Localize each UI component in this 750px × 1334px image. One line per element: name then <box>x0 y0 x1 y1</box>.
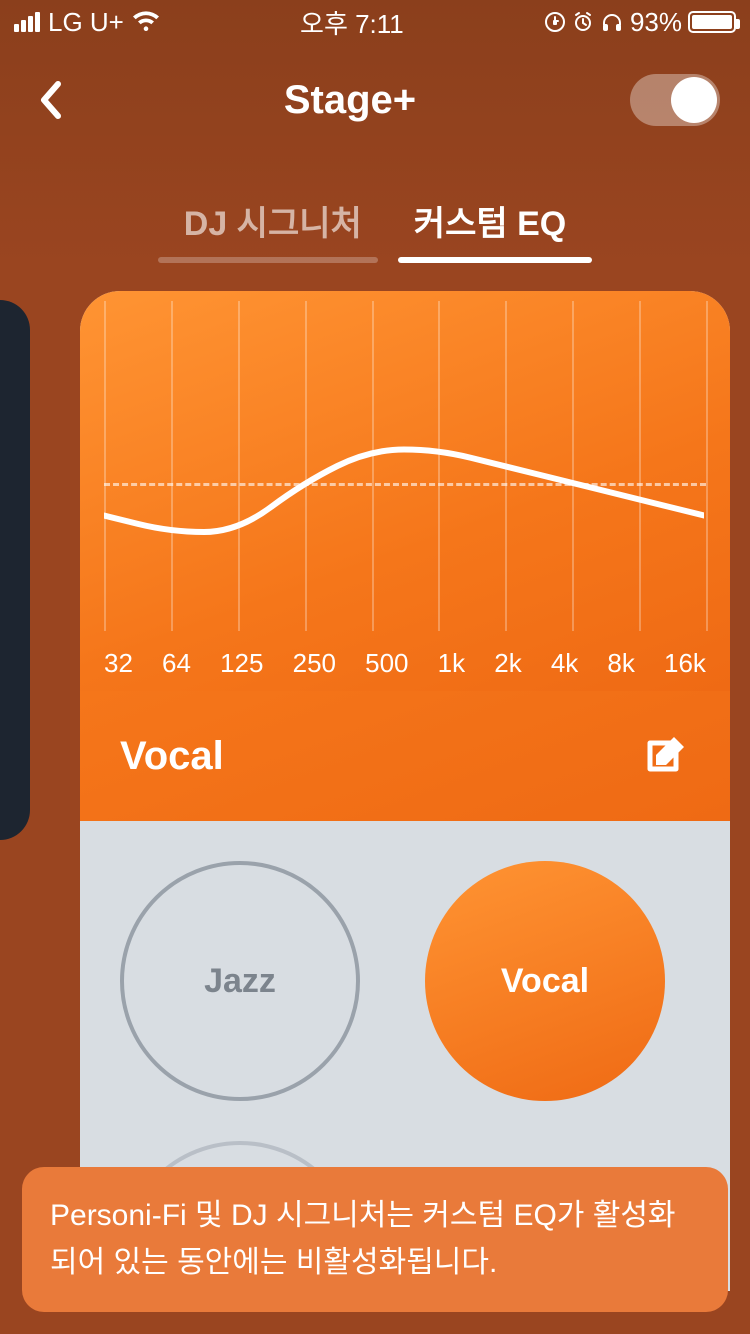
tab-underline <box>398 257 592 263</box>
status-bar: LG U+ 오후 7:11 93% <box>0 0 750 44</box>
eq-freq-label: 8k <box>607 648 634 679</box>
eq-freq-label: 4k <box>551 648 578 679</box>
wifi-icon <box>132 11 160 33</box>
battery-percent: 93% <box>630 7 682 38</box>
eq-graph-area[interactable]: 32 64 125 250 500 1k 2k 4k 8k 16k <box>80 291 730 691</box>
tab-label: 커스텀 EQ <box>414 205 566 243</box>
preset-jazz[interactable]: Jazz <box>120 861 360 1101</box>
headphones-icon <box>600 11 624 33</box>
edit-preset-button[interactable] <box>640 731 690 781</box>
eq-freq-label: 64 <box>162 648 191 679</box>
tab-dj-signature[interactable]: DJ 시그니처 <box>178 196 368 263</box>
eq-freq-label: 250 <box>293 648 336 679</box>
eq-card: 32 64 125 250 500 1k 2k 4k 8k 16k Vocal Jazz Vocal <box>80 291 730 1291</box>
preset-vocal[interactable]: Vocal <box>425 861 665 1101</box>
eq-gridline <box>706 301 708 631</box>
eq-enable-toggle[interactable] <box>630 74 720 126</box>
previous-card-peek[interactable] <box>0 300 30 840</box>
eq-freq-label: 500 <box>365 648 408 679</box>
eq-freq-label: 32 <box>104 648 133 679</box>
eq-freq-label: 125 <box>220 648 263 679</box>
alarm-icon <box>572 11 594 33</box>
cellular-signal-icon <box>14 12 40 32</box>
back-button[interactable] <box>30 80 70 120</box>
tab-underline <box>158 257 378 263</box>
carrier-label: LG U+ <box>48 7 124 38</box>
rotation-lock-icon <box>544 11 566 33</box>
info-toast: Personi-Fi 및 DJ 시그니처는 커스텀 EQ가 활성화되어 있는 동… <box>22 1167 728 1312</box>
eq-frequency-labels: 32 64 125 250 500 1k 2k 4k 8k 16k <box>104 648 706 679</box>
status-right: 93% <box>544 7 736 38</box>
status-left: LG U+ <box>14 7 160 38</box>
tab-label: DJ 시그니처 <box>184 205 362 243</box>
eq-curve <box>104 301 704 631</box>
nav-bar: Stage+ <box>0 44 750 136</box>
tabs: DJ 시그니처 커스텀 EQ <box>0 196 750 263</box>
toast-message: Personi-Fi 및 DJ 시그니처는 커스텀 EQ가 활성화되어 있는 동… <box>50 1199 676 1279</box>
eq-freq-label: 16k <box>664 648 706 679</box>
status-time: 오후 7:11 <box>300 4 404 41</box>
current-preset-title: Vocal <box>120 734 224 779</box>
page-title: Stage+ <box>284 78 416 123</box>
tab-custom-eq[interactable]: 커스텀 EQ <box>408 196 572 263</box>
battery-icon <box>688 11 736 33</box>
eq-freq-label: 2k <box>494 648 521 679</box>
preset-header: Vocal <box>80 691 730 821</box>
toggle-knob <box>671 77 717 123</box>
eq-freq-label: 1k <box>438 648 465 679</box>
